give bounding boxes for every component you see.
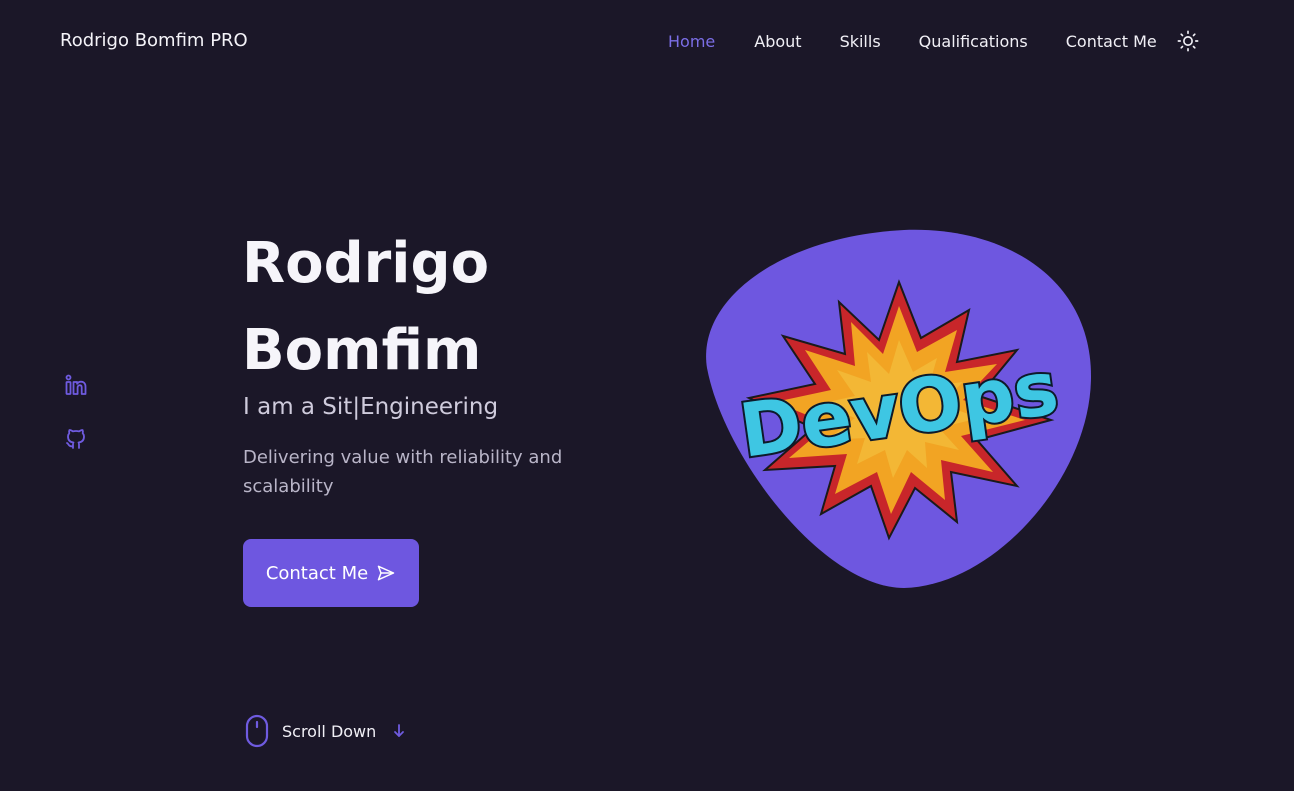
hero-subtitle: I am a Sit|Engineering (243, 394, 499, 420)
github-icon[interactable] (64, 427, 90, 453)
hero-title-last: Bomfim (242, 318, 482, 383)
page: Rodrigo Bomfim PRO Home About Skills Qua… (0, 0, 1294, 791)
hero-title-first: Rodrigo (242, 231, 490, 296)
nav-home[interactable]: Home (668, 32, 715, 51)
contact-me-button[interactable]: Contact Me (243, 539, 419, 607)
nav-contact[interactable]: Contact Me (1066, 32, 1157, 51)
linkedin-icon[interactable] (64, 373, 90, 399)
arrow-down-icon (394, 724, 405, 737)
site-logo[interactable]: Rodrigo Bomfim PRO (60, 30, 248, 51)
mouse-icon (245, 714, 269, 748)
scroll-down-label: Scroll Down (282, 721, 377, 741)
main-nav: Home About Skills Qualifications Contact… (668, 30, 1199, 52)
hero-image: DevOps (704, 228, 1094, 590)
nav-about[interactable]: About (754, 32, 801, 51)
sun-icon[interactable] (1177, 30, 1199, 52)
send-icon (377, 565, 395, 581)
hero-description: Delivering value with reliability and sc… (243, 447, 563, 497)
nav-skills[interactable]: Skills (840, 32, 881, 51)
scroll-down-link[interactable]: Scroll Down (245, 714, 406, 748)
contact-me-label: Contact Me (265, 562, 369, 584)
nav-qualifications[interactable]: Qualifications (919, 32, 1028, 51)
social-links (64, 373, 90, 481)
hero-title: Rodrigo Bomfim (242, 220, 622, 394)
